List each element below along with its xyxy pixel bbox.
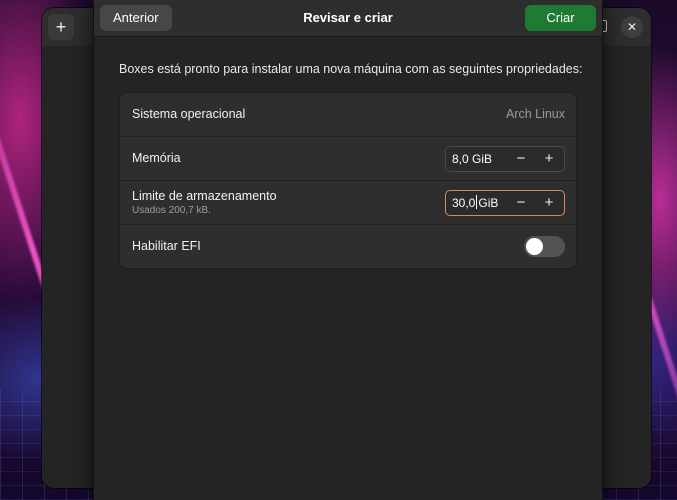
memory-label: Memória [132,151,181,165]
description-text: Boxes está pronto para instalar uma nova… [119,62,583,76]
memory-row: Memória 8,0 GiB − + [120,136,576,180]
memory-value[interactable]: 8,0 GiB [452,147,492,171]
dialog-header-bar: Anterior Revisar e criar Criar [94,0,602,37]
os-row: Sistema operacional Arch Linux [120,93,576,136]
create-button[interactable]: Criar [525,5,596,31]
efi-row: Habilitar EFI [120,224,576,268]
os-value: Arch Linux [505,107,565,121]
properties-list: Sistema operacional Arch Linux Memória 8… [119,92,577,269]
review-create-dialog: Anterior Revisar e criar Criar Boxes est… [93,0,603,500]
os-label: Sistema operacional [132,107,246,121]
storage-value[interactable]: 30,0 GiB [452,191,498,215]
plus-icon[interactable]: + [48,14,74,40]
previous-button[interactable]: Anterior [100,5,172,31]
close-icon[interactable]: ✕ [621,16,643,38]
efi-label: Habilitar EFI [132,239,201,253]
memory-decrease-button[interactable]: − [508,147,534,171]
memory-spinbutton[interactable]: 8,0 GiB − + [445,146,565,172]
toggle-knob [526,238,543,255]
storage-spinbutton[interactable]: 30,0 GiB − + [445,189,565,216]
storage-increase-button[interactable]: + [536,191,562,215]
storage-label: Limite de armazenamento [132,189,277,203]
storage-row: Limite de armazenamento Usados 200,7 kB.… [120,180,576,224]
storage-used-subtitle: Usados 200,7 kB. [132,205,211,216]
storage-decrease-button[interactable]: − [508,191,534,215]
memory-increase-button[interactable]: + [536,147,562,171]
efi-toggle-switch[interactable] [524,236,565,257]
